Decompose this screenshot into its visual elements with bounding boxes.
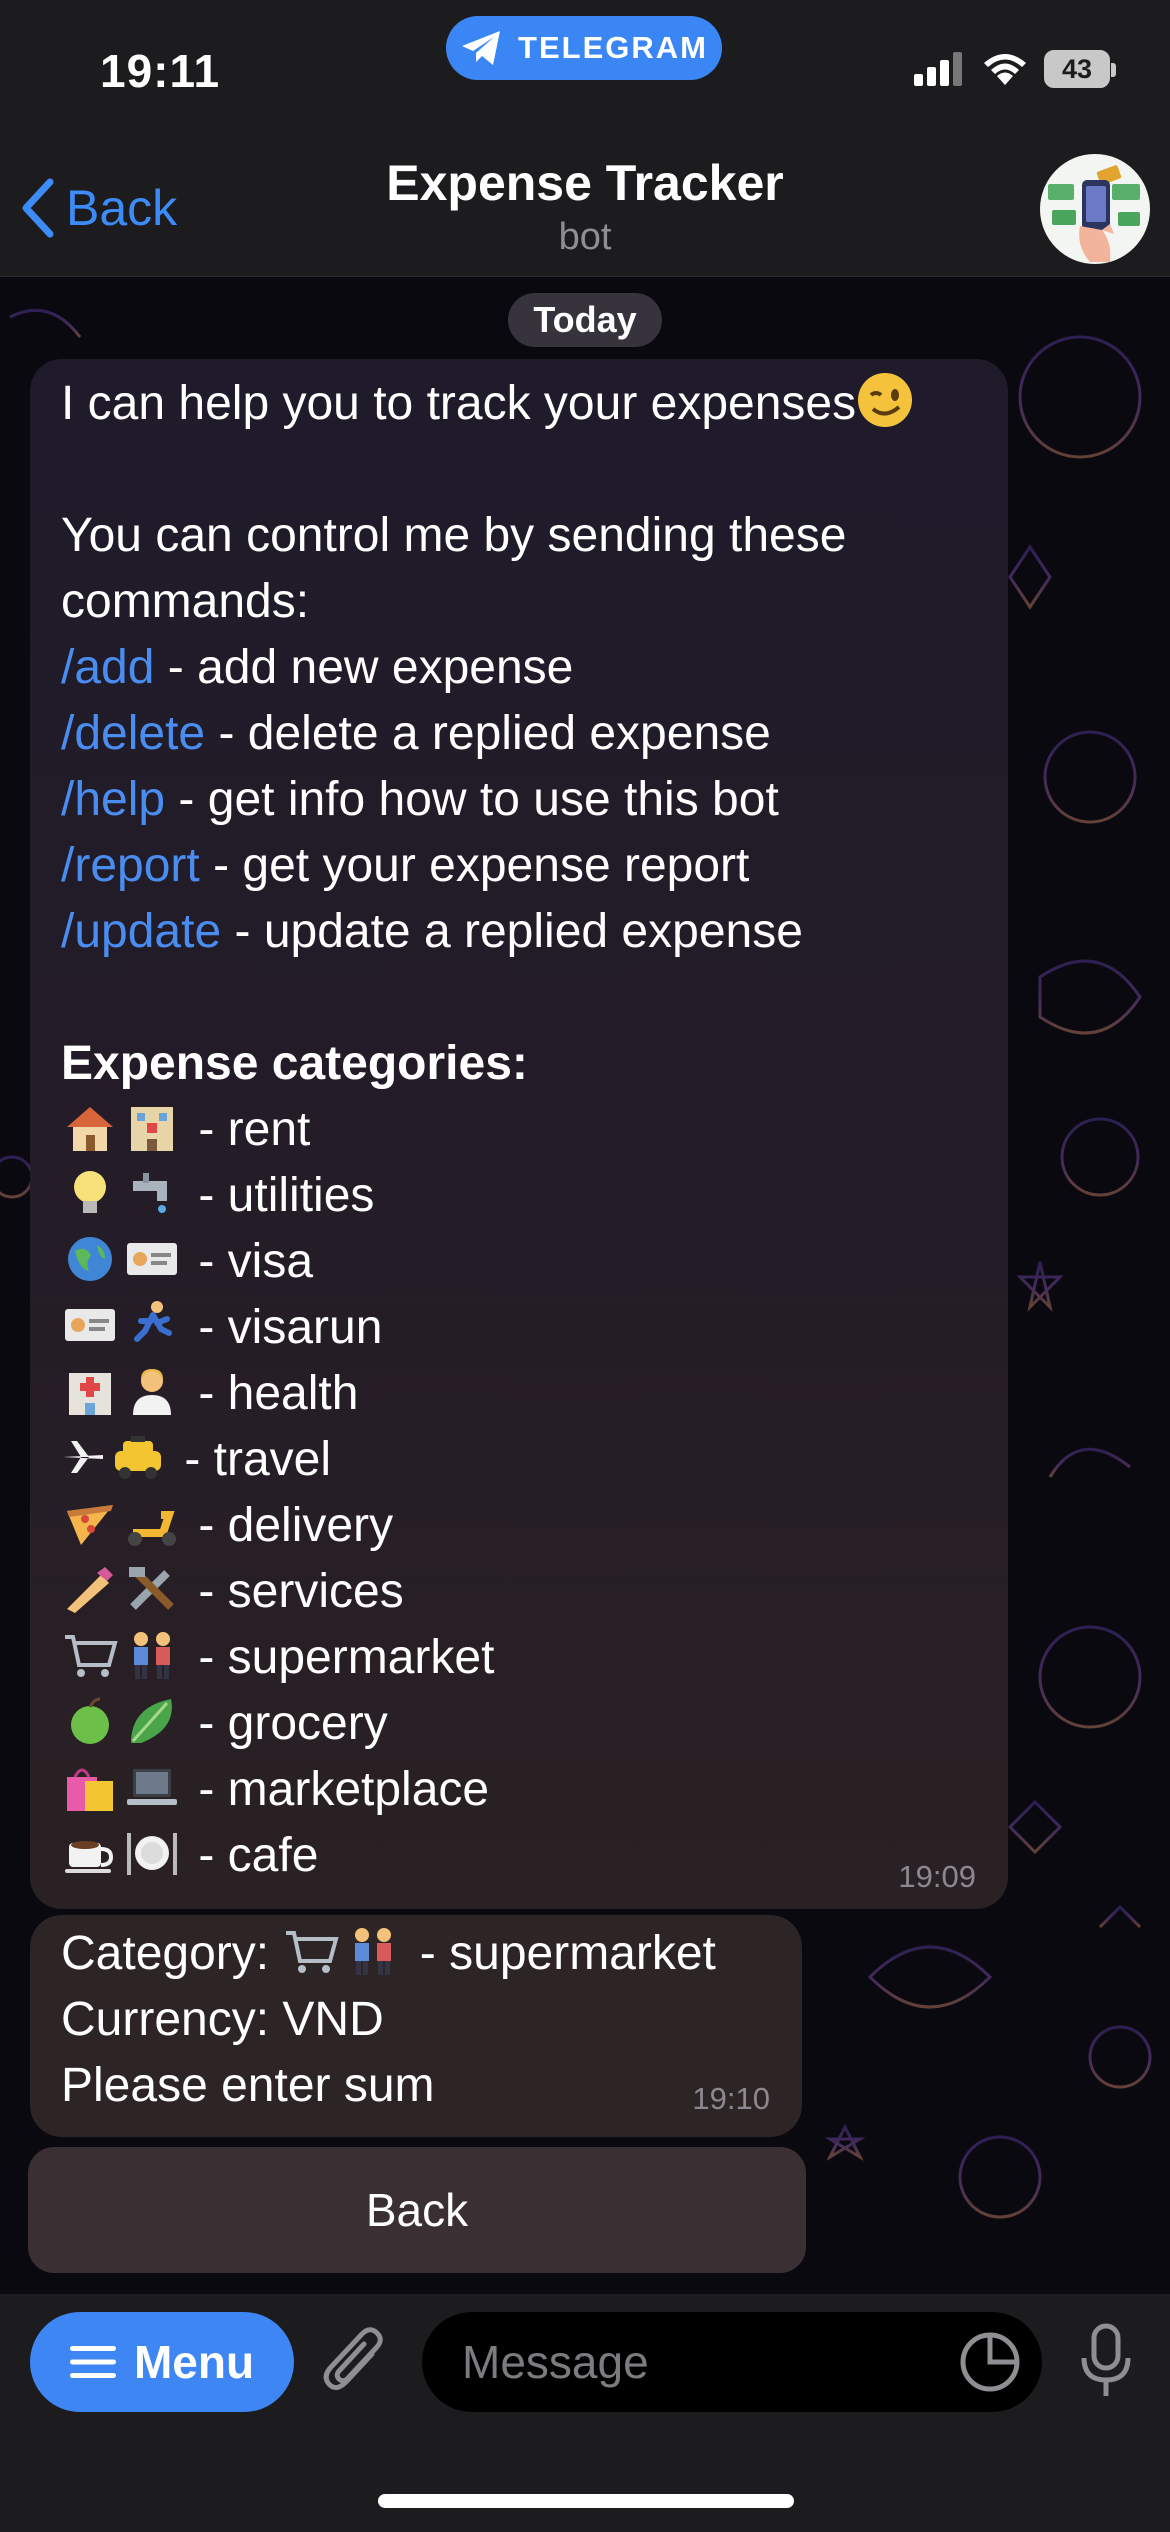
command-row-update: /update - update a replied expense	[61, 905, 803, 958]
chat-area[interactable]: Today I can help you to track your expen…	[0, 277, 1170, 2294]
command-link-report[interactable]: /report	[61, 839, 200, 892]
message-timestamp: 19:10	[692, 2081, 770, 2116]
leafy-green-icon	[131, 1699, 172, 1743]
status-bar: 19:11 TELEGRAM 43	[0, 0, 1170, 140]
coffee-icon	[65, 1841, 114, 1873]
laptop-icon	[127, 1769, 177, 1805]
message-input[interactable]	[422, 2312, 1042, 2412]
category-line: Category: - supermarket	[61, 1927, 716, 1980]
couple-icon	[355, 1928, 392, 1975]
enter-sum-prompt: Please enter sum	[61, 2059, 435, 2112]
bot-message-help[interactable]: I can help you to track your expenses Yo…	[30, 359, 1008, 1909]
health-worker-icon	[133, 1369, 171, 1415]
category-row-health: - health	[61, 1361, 358, 1427]
home-indicator	[378, 2494, 794, 2508]
chat-title[interactable]: Expense Tracker	[0, 154, 1170, 212]
winking-face-icon	[858, 373, 913, 427]
command-link-update[interactable]: /update	[61, 905, 221, 958]
currency-line: Currency: VND	[61, 1993, 384, 2046]
control-line-2: commands:	[61, 575, 310, 628]
command-row-add: /add - add new expense	[61, 641, 574, 694]
menu-label: Menu	[133, 2336, 255, 2388]
control-line-1: You can control me by sending these	[61, 509, 847, 562]
category-row-utilities: - utilities	[61, 1163, 374, 1229]
taxi-icon	[115, 1436, 161, 1479]
runner-icon	[134, 1301, 172, 1342]
category-row-marketplace: - marketplace	[61, 1757, 489, 1823]
faucet-icon	[133, 1173, 167, 1213]
reply-keyboard-back-button[interactable]: Back	[28, 2147, 806, 2273]
plate-cutlery-icon	[127, 1833, 177, 1875]
cart-icon	[65, 1635, 118, 1677]
status-time: 19:11	[100, 45, 221, 97]
couple-icon	[134, 1632, 170, 1679]
menu-lines-icon	[69, 2346, 116, 2378]
command-row-delete: /delete - delete a replied expense	[61, 707, 771, 760]
nail-polish-icon	[67, 1567, 113, 1613]
date-chip: Today	[508, 293, 662, 347]
category-row-cafe: - cafe	[61, 1823, 318, 1889]
command-link-help[interactable]: /help	[61, 773, 165, 826]
category-row-delivery: - delivery	[61, 1493, 393, 1559]
category-row-rent: - rent	[61, 1097, 310, 1163]
intro-line: I can help you to track your expenses	[61, 371, 914, 437]
cellular-signal-icon	[914, 52, 962, 86]
microphone-icon[interactable]	[1076, 2322, 1136, 2402]
money-phone-avatar-icon	[1048, 165, 1140, 262]
category-row-supermarket: - supermarket	[61, 1625, 494, 1691]
wifi-icon	[984, 54, 1026, 85]
categories-header: Expense categories:	[61, 1037, 528, 1090]
command-link-add[interactable]: /add	[61, 641, 154, 694]
id-card-icon	[65, 1309, 115, 1341]
category-row-services: - services	[61, 1559, 404, 1625]
battery-indicator: 43	[1044, 50, 1116, 88]
chat-header: Back Expense Tracker bot	[0, 140, 1170, 277]
category-row-visa: - visa	[61, 1229, 313, 1295]
sticker-icon[interactable]	[958, 2330, 1022, 2394]
message-timestamp: 19:09	[898, 1859, 976, 1894]
telegram-return-pill[interactable]: TELEGRAM	[446, 16, 722, 80]
hospital-icon	[69, 1373, 111, 1415]
apple-icon	[71, 1697, 109, 1744]
category-row-visarun: - visarun	[61, 1295, 382, 1361]
light-bulb-icon	[74, 1171, 106, 1213]
menu-button[interactable]: Menu	[30, 2312, 294, 2412]
category-row-travel: - travel	[61, 1427, 331, 1493]
bot-avatar[interactable]	[1040, 154, 1150, 264]
tools-icon	[129, 1567, 174, 1610]
status-icons: 43	[914, 50, 1116, 88]
telegram-plane-icon	[462, 31, 501, 65]
telegram-pill-label: TELEGRAM	[518, 30, 708, 65]
chat-subtitle: bot	[558, 216, 612, 258]
command-row-help: /help - get info how to use this bot	[61, 773, 779, 826]
airplane-icon	[63, 1441, 103, 1473]
bot-message-category[interactable]: Category: - supermarket Currency: VND Pl…	[30, 1915, 802, 2137]
id-card-icon	[127, 1243, 177, 1275]
shopping-bags-icon	[67, 1768, 113, 1811]
hotel-icon	[131, 1107, 173, 1151]
globe-icon	[68, 1237, 112, 1281]
cart-icon	[286, 1931, 340, 1973]
paperclip-icon[interactable]	[320, 2324, 390, 2400]
command-link-delete[interactable]: /delete	[61, 707, 205, 760]
category-row-grocery: - grocery	[61, 1691, 388, 1757]
scooter-icon	[128, 1511, 176, 1546]
pizza-icon	[67, 1505, 113, 1545]
house-icon	[67, 1107, 113, 1151]
command-row-report: /report - get your expense report	[61, 839, 750, 892]
